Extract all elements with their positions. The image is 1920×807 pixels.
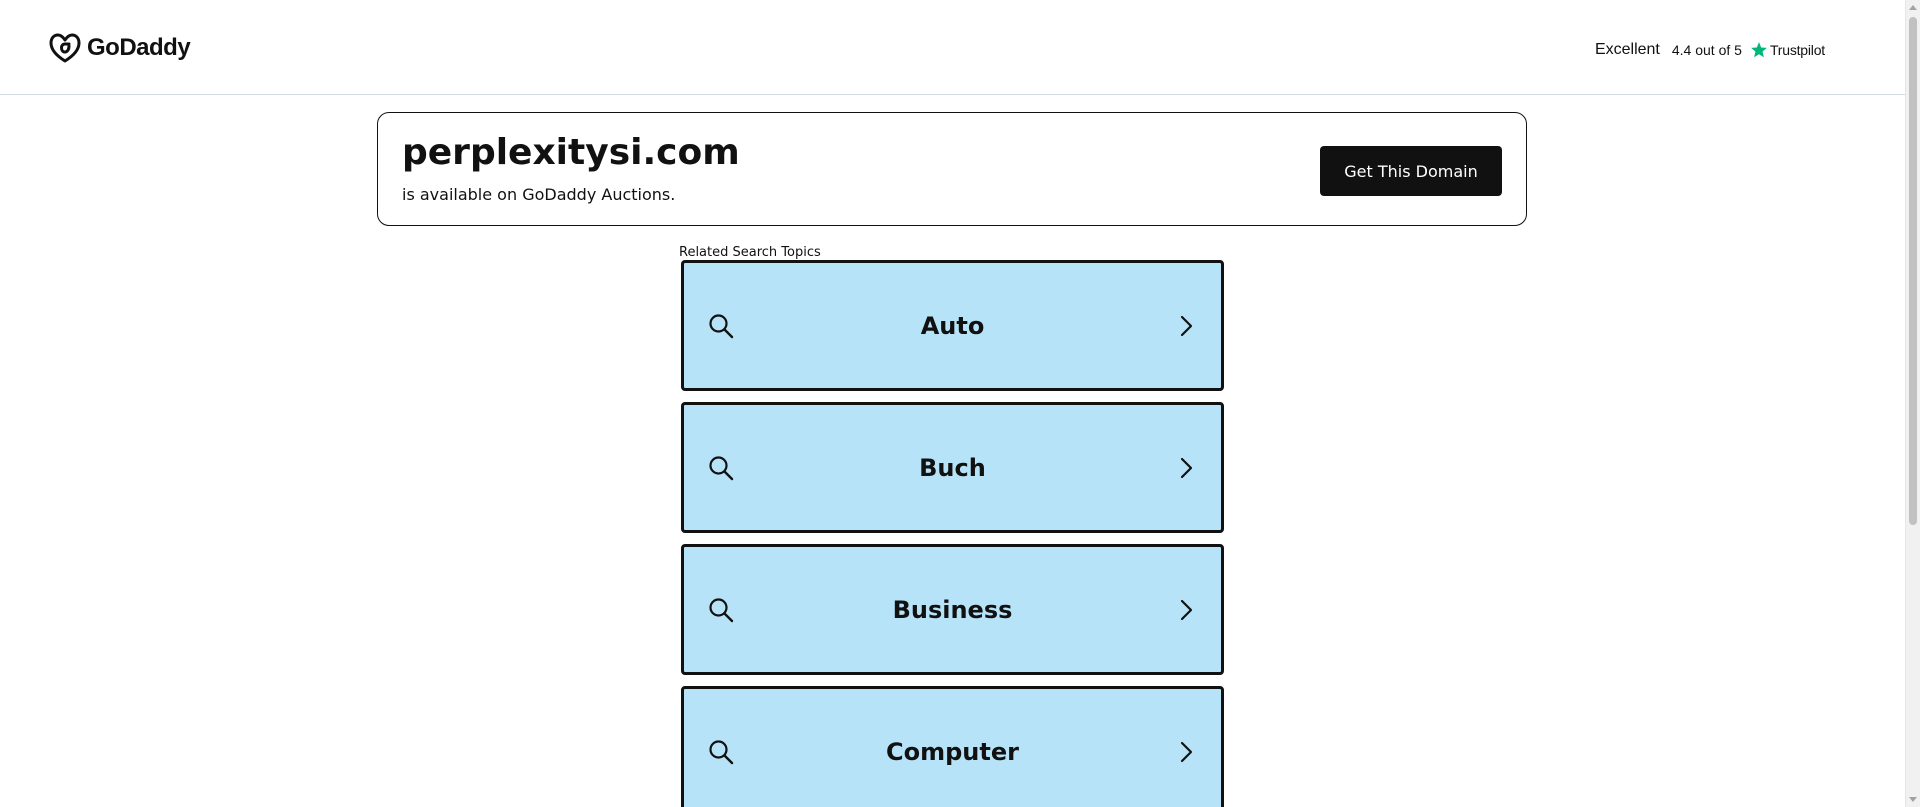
get-this-domain-button[interactable]: Get This Domain [1320,146,1502,196]
scrollbar-thumb[interactable] [1909,17,1917,525]
trust-brand: Trustpilot [1769,42,1825,58]
trustpilot-rating[interactable]: Excellent 4.4 out of 5 Trustpilot [1595,38,1825,62]
vertical-scrollbar[interactable] [1905,0,1920,807]
godaddy-logo-icon [49,33,81,63]
trust-label: Excellent [1594,41,1660,58]
topic-label: Buch [919,453,986,482]
domain-card: perplexitysi.com is available on GoDaddy… [377,112,1527,226]
chevron-right-icon [1180,457,1193,478]
chevron-right-icon [1180,741,1193,762]
scroll-down-arrow-icon[interactable] [1909,797,1917,802]
domain-availability-text: is available on GoDaddy Auctions. [402,185,676,204]
topic-label: Auto [920,311,985,340]
site-header: GoDaddy Excellent 4.4 out of 5 Trustpilo… [0,0,1905,95]
scroll-up-arrow-icon[interactable] [1909,5,1917,10]
trust-score: 4.4 out of 5 [1671,42,1742,58]
topic-item-auto[interactable]: Auto [681,260,1224,391]
domain-name: perplexitysi.com [402,132,740,173]
topic-label: Computer [886,737,1019,766]
star-icon [1750,41,1768,59]
chevron-right-icon [1180,599,1193,620]
topic-item-buch[interactable]: Buch [681,402,1224,533]
logo-text: GoDaddy [87,34,191,61]
topic-item-business[interactable]: Business [681,544,1224,675]
godaddy-logo[interactable]: GoDaddy [47,31,191,65]
topic-item-computer[interactable]: Computer [681,686,1224,807]
topic-label: Business [892,595,1013,624]
chevron-right-icon [1180,315,1193,336]
related-search-label: Related Search Topics [679,245,821,260]
